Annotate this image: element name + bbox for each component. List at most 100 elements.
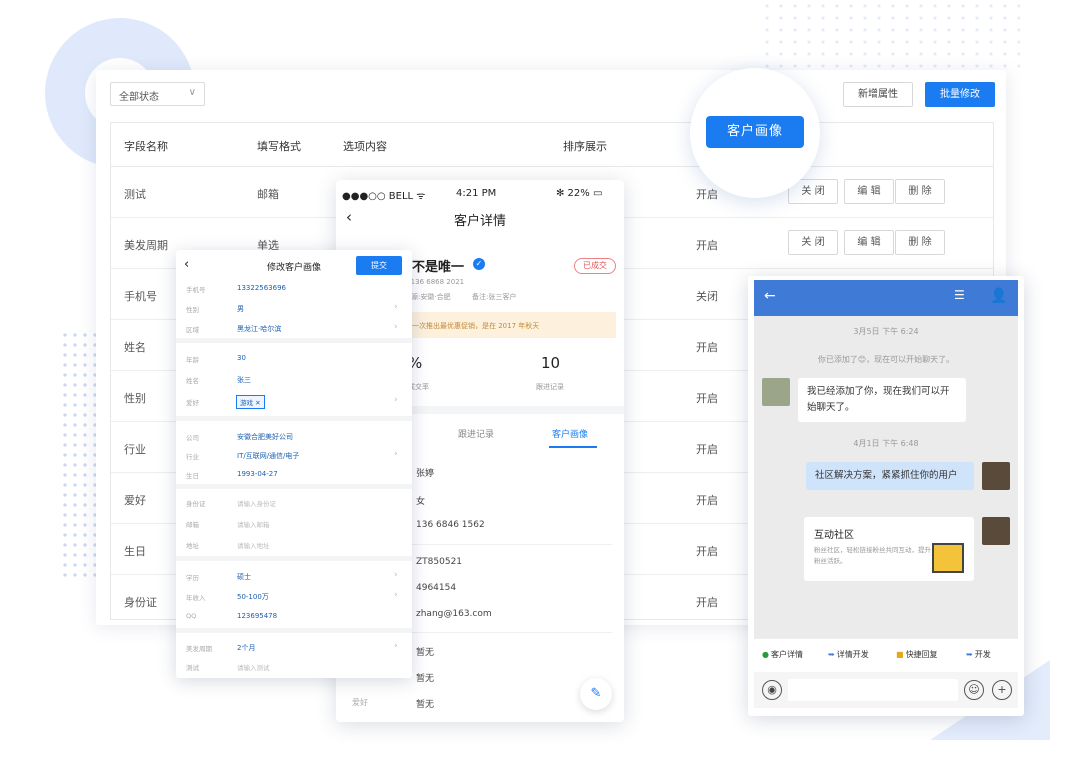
test-input[interactable]: 请输入测试: [237, 662, 270, 672]
row-status: 开启: [696, 494, 718, 507]
email-input[interactable]: 请输入邮箱: [237, 519, 270, 529]
chat-header: ← ☰ 👤: [754, 280, 1018, 316]
chevron-right-icon: ›: [394, 641, 398, 651]
detail-value: 4964154: [416, 583, 457, 593]
close-button[interactable]: 关 闭: [788, 230, 838, 255]
row-name: 性别: [124, 392, 146, 405]
field-value[interactable]: 1993-04-27: [237, 470, 278, 478]
add-icon[interactable]: +: [992, 680, 1012, 700]
edit-portrait-phone: ‹ 修改客户画像 提交 手机号 13322563696 性别 男 › 区域 黑龙…: [176, 250, 412, 678]
field-value[interactable]: 123695478: [237, 612, 277, 620]
menu-icon[interactable]: ☰: [954, 288, 965, 302]
detail-value: 暂无: [416, 700, 435, 710]
tab-portrait[interactable]: 客户画像: [552, 427, 588, 440]
page-title: 客户详情: [453, 214, 506, 229]
field-label: 年龄: [186, 356, 199, 364]
active-tab-indicator: [549, 446, 597, 448]
row-format: 邮箱: [257, 188, 279, 201]
row-name: 姓名: [124, 341, 146, 354]
chevron-right-icon: ›: [394, 302, 398, 312]
avatar[interactable]: [982, 517, 1010, 545]
chevron-right-icon: ›: [394, 395, 398, 405]
section-divider: [176, 556, 412, 561]
row-status: 关闭: [696, 290, 718, 303]
quick-customer-detail[interactable]: ● 客户详情: [762, 649, 803, 660]
header-format: 填写格式: [257, 140, 301, 153]
delete-button[interactable]: 删 除: [895, 179, 945, 204]
field-label: 邮箱: [186, 521, 199, 529]
timestamp: 3月5日 下午 6:24: [853, 327, 919, 336]
timestamp: 4月1日 下午 6:48: [853, 439, 919, 448]
status-battery: ✻ 22% ▭: [556, 188, 603, 199]
edit-button[interactable]: 编 辑: [844, 230, 894, 255]
quick-dev[interactable]: ➥ 开发: [966, 649, 991, 660]
field-label: 手机号: [186, 286, 206, 294]
chevron-down-icon: ∨: [188, 87, 196, 98]
field-value[interactable]: IT/互联网/通信/电子: [237, 451, 299, 461]
tab-followup[interactable]: 跟进记录: [458, 427, 494, 440]
message-input[interactable]: [788, 679, 958, 701]
new-attribute-button[interactable]: 新增属性: [843, 82, 913, 107]
section-divider: [176, 628, 412, 633]
share-icon: ➥: [966, 650, 973, 659]
back-arrow-icon[interactable]: ←: [764, 288, 776, 304]
address-input[interactable]: 请输入地址: [237, 540, 270, 550]
row-status: 开启: [696, 596, 718, 609]
field-value[interactable]: 硕士: [237, 572, 251, 582]
batch-edit-button[interactable]: 批量修改: [925, 82, 995, 107]
delete-button[interactable]: 删 除: [895, 230, 945, 255]
field-label: 性别: [186, 306, 199, 314]
field-value[interactable]: 安徽合肥美好公司: [237, 432, 293, 442]
customer-portrait-button[interactable]: 客户画像: [706, 116, 804, 148]
field-label: 美发周期: [186, 645, 212, 653]
person-icon: ●: [762, 650, 769, 659]
status-time: 4:21 PM: [456, 188, 497, 199]
detail-label: 爱好: [352, 698, 368, 707]
field-label: 地址: [186, 542, 199, 550]
section-divider: [176, 338, 412, 343]
link-card[interactable]: 互动社区 粉丝社区，轻松链接粉丝共同互动，提升粉丝活跃。: [804, 517, 974, 581]
chat-input-bar: ◉ ☺ +: [754, 672, 1018, 708]
field-label: 区域: [186, 326, 199, 334]
status-filter-value: 全部状态: [119, 92, 159, 103]
field-value[interactable]: 黑龙江·哈尔滨: [237, 324, 281, 334]
field-value[interactable]: 2个月: [237, 643, 255, 653]
reply-icon: ■: [896, 650, 904, 659]
edit-button[interactable]: 编 辑: [844, 179, 894, 204]
field-label: 行业: [186, 453, 199, 461]
row-name: 身份证: [124, 596, 157, 609]
avatar[interactable]: [982, 462, 1010, 490]
row-status: 开启: [696, 239, 718, 252]
field-label: 公司: [186, 434, 199, 442]
user-icon[interactable]: 👤: [990, 288, 1007, 304]
chevron-right-icon: ›: [394, 570, 398, 580]
chevron-right-icon: ›: [394, 590, 398, 600]
emoji-icon[interactable]: ☺: [964, 680, 984, 700]
id-card-input[interactable]: 请输入身份证: [237, 498, 276, 508]
row-name: 生日: [124, 545, 146, 558]
avatar[interactable]: [762, 378, 790, 406]
system-message: 你已添加了😊，现在可以开始聊天了。: [817, 355, 955, 364]
field-value[interactable]: 30: [237, 354, 246, 362]
row-status: 开启: [696, 188, 718, 201]
edit-icon[interactable]: ✎: [580, 678, 612, 710]
field-label: QQ: [186, 612, 197, 620]
quick-action-bar: ● 客户详情 ➥ 详情开发 ■ 快捷回复 ➥ 开发: [754, 638, 1018, 668]
quick-reply[interactable]: ■ 快捷回复: [896, 649, 938, 660]
field-label: 生日: [186, 472, 199, 480]
chat-messages: 3月5日 下午 6:24 你已添加了😊，现在可以开始聊天了。 我已经添加了你，现…: [754, 316, 1018, 638]
field-value[interactable]: 男: [237, 304, 244, 314]
status-filter-select[interactable]: 全部状态 ∨: [110, 82, 205, 106]
submit-button[interactable]: 提交: [356, 256, 402, 275]
hobby-tag[interactable]: 游戏 ✕: [236, 395, 265, 409]
customer-phone: 1.136 6868 2021: [404, 278, 465, 286]
row-status: 开启: [696, 341, 718, 354]
field-value[interactable]: 50-100万: [237, 592, 269, 602]
section-divider: [176, 416, 412, 421]
voice-icon[interactable]: ◉: [762, 680, 782, 700]
quick-detail-dev[interactable]: ➥ 详情开发: [828, 649, 869, 660]
field-value[interactable]: 13322563696: [237, 284, 286, 292]
field-value[interactable]: 张三: [237, 375, 251, 385]
row-name: 美发周期: [124, 239, 168, 252]
row-name: 手机号: [124, 290, 157, 303]
